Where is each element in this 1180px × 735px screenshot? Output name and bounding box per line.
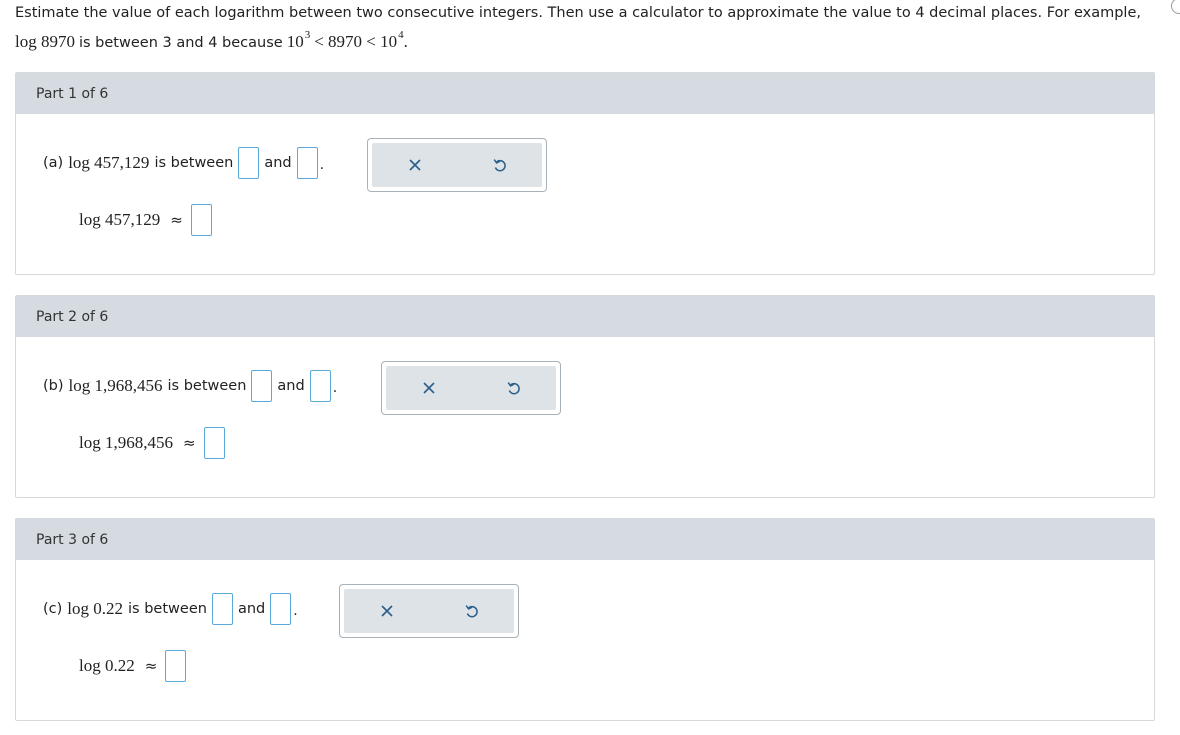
example-math-a: 10	[286, 32, 304, 51]
part-2-and-text: and	[277, 378, 305, 394]
example-exponent-a: 3	[304, 29, 311, 41]
part-3-label: (c)	[43, 601, 63, 617]
part-3-expression: log 0.22	[67, 599, 124, 618]
part-1-approx-symbol: ≈	[170, 211, 183, 229]
example-math-b: < 8970 < 10	[314, 32, 398, 51]
part-2-approx-symbol: ≈	[182, 434, 196, 452]
part-3-header: Part 3 of 6	[16, 519, 1154, 560]
part-2-expression: log 1,968,456	[68, 376, 163, 395]
part-1-period: .	[319, 157, 325, 173]
instructions-line1: Estimate the value of each logarithm bet…	[15, 5, 1141, 21]
part-1-undo-button[interactable]	[480, 147, 520, 183]
part-3-approx: log 0.22 ≈	[79, 650, 187, 682]
example-exponent-b: 4	[398, 29, 404, 41]
part-2-undo-button[interactable]	[494, 370, 534, 406]
part-1-header: Part 1 of 6	[16, 73, 1154, 114]
close-icon	[380, 605, 393, 617]
part-3-undo-button[interactable]	[452, 593, 492, 629]
close-icon	[408, 159, 421, 171]
part-1-upper-bound-input[interactable]	[296, 147, 318, 179]
part-1-question: (a) log 457,129 is between and .	[43, 147, 324, 179]
part-3-approx-input[interactable]	[165, 650, 187, 682]
edge-circle-icon	[1171, 0, 1180, 14]
part-2-panel: Part 2 of 6 (b) log 1,968,456 is between…	[15, 295, 1155, 498]
part-3-approx-symbol: ≈	[144, 657, 158, 675]
example-period: .	[403, 32, 408, 51]
part-2-header: Part 2 of 6	[16, 296, 1154, 337]
part-1-expression: log 457,129	[68, 153, 150, 172]
part-1-between-text: is between	[154, 155, 234, 171]
example-text: is between 3 and 4 because	[78, 35, 283, 51]
example-log-expr: log 8970	[15, 32, 75, 51]
part-2-question: (b) log 1,968,456 is between and .	[43, 370, 337, 402]
part-2-approx-expression: log 1,968,456	[79, 433, 173, 452]
undo-icon	[493, 159, 506, 172]
part-1-panel: Part 1 of 6 (a) log 457,129 is between a…	[15, 72, 1155, 275]
close-icon	[422, 382, 435, 394]
part-2-between-text: is between	[167, 378, 247, 394]
part-3-lower-bound-input[interactable]	[211, 593, 233, 625]
part-3-period: .	[293, 603, 298, 619]
part-2-approx-input[interactable]	[203, 427, 225, 459]
part-1-and-text: and	[264, 155, 292, 171]
instructions-example: log 8970 is between 3 and 4 because 10 3 …	[15, 29, 1165, 54]
part-2-approx: log 1,968,456 ≈	[79, 427, 225, 459]
part-3-toolbox	[339, 584, 519, 638]
part-1-approx: log 457,129 ≈	[79, 204, 212, 236]
part-3-upper-bound-input[interactable]	[270, 593, 292, 625]
part-3-and-text: and	[237, 601, 266, 617]
part-1-label: (a)	[43, 155, 64, 171]
part-3-between-text: is between	[128, 601, 207, 617]
part-2-toolbox	[381, 361, 561, 415]
part-1-toolbox	[367, 138, 547, 192]
part-2-period: .	[332, 380, 338, 396]
part-1-clear-button[interactable]	[395, 147, 435, 183]
part-1-approx-expression: log 457,129	[79, 210, 161, 229]
part-3-approx-expression: log 0.22	[79, 656, 135, 675]
part-1-approx-input[interactable]	[190, 204, 212, 236]
part-2-clear-button[interactable]	[409, 370, 449, 406]
part-2-lower-bound-input[interactable]	[251, 370, 273, 402]
part-2-label: (b)	[43, 378, 64, 394]
part-3-clear-button[interactable]	[367, 593, 407, 629]
undo-icon	[507, 382, 520, 395]
part-3-panel: Part 3 of 6 (c) log 0.22 is between and …	[15, 518, 1155, 721]
instructions: Estimate the value of each logarithm bet…	[15, 3, 1165, 54]
part-1-lower-bound-input[interactable]	[238, 147, 260, 179]
undo-icon	[465, 605, 478, 618]
part-3-question: (c) log 0.22 is between and .	[43, 593, 298, 625]
part-2-upper-bound-input[interactable]	[309, 370, 331, 402]
